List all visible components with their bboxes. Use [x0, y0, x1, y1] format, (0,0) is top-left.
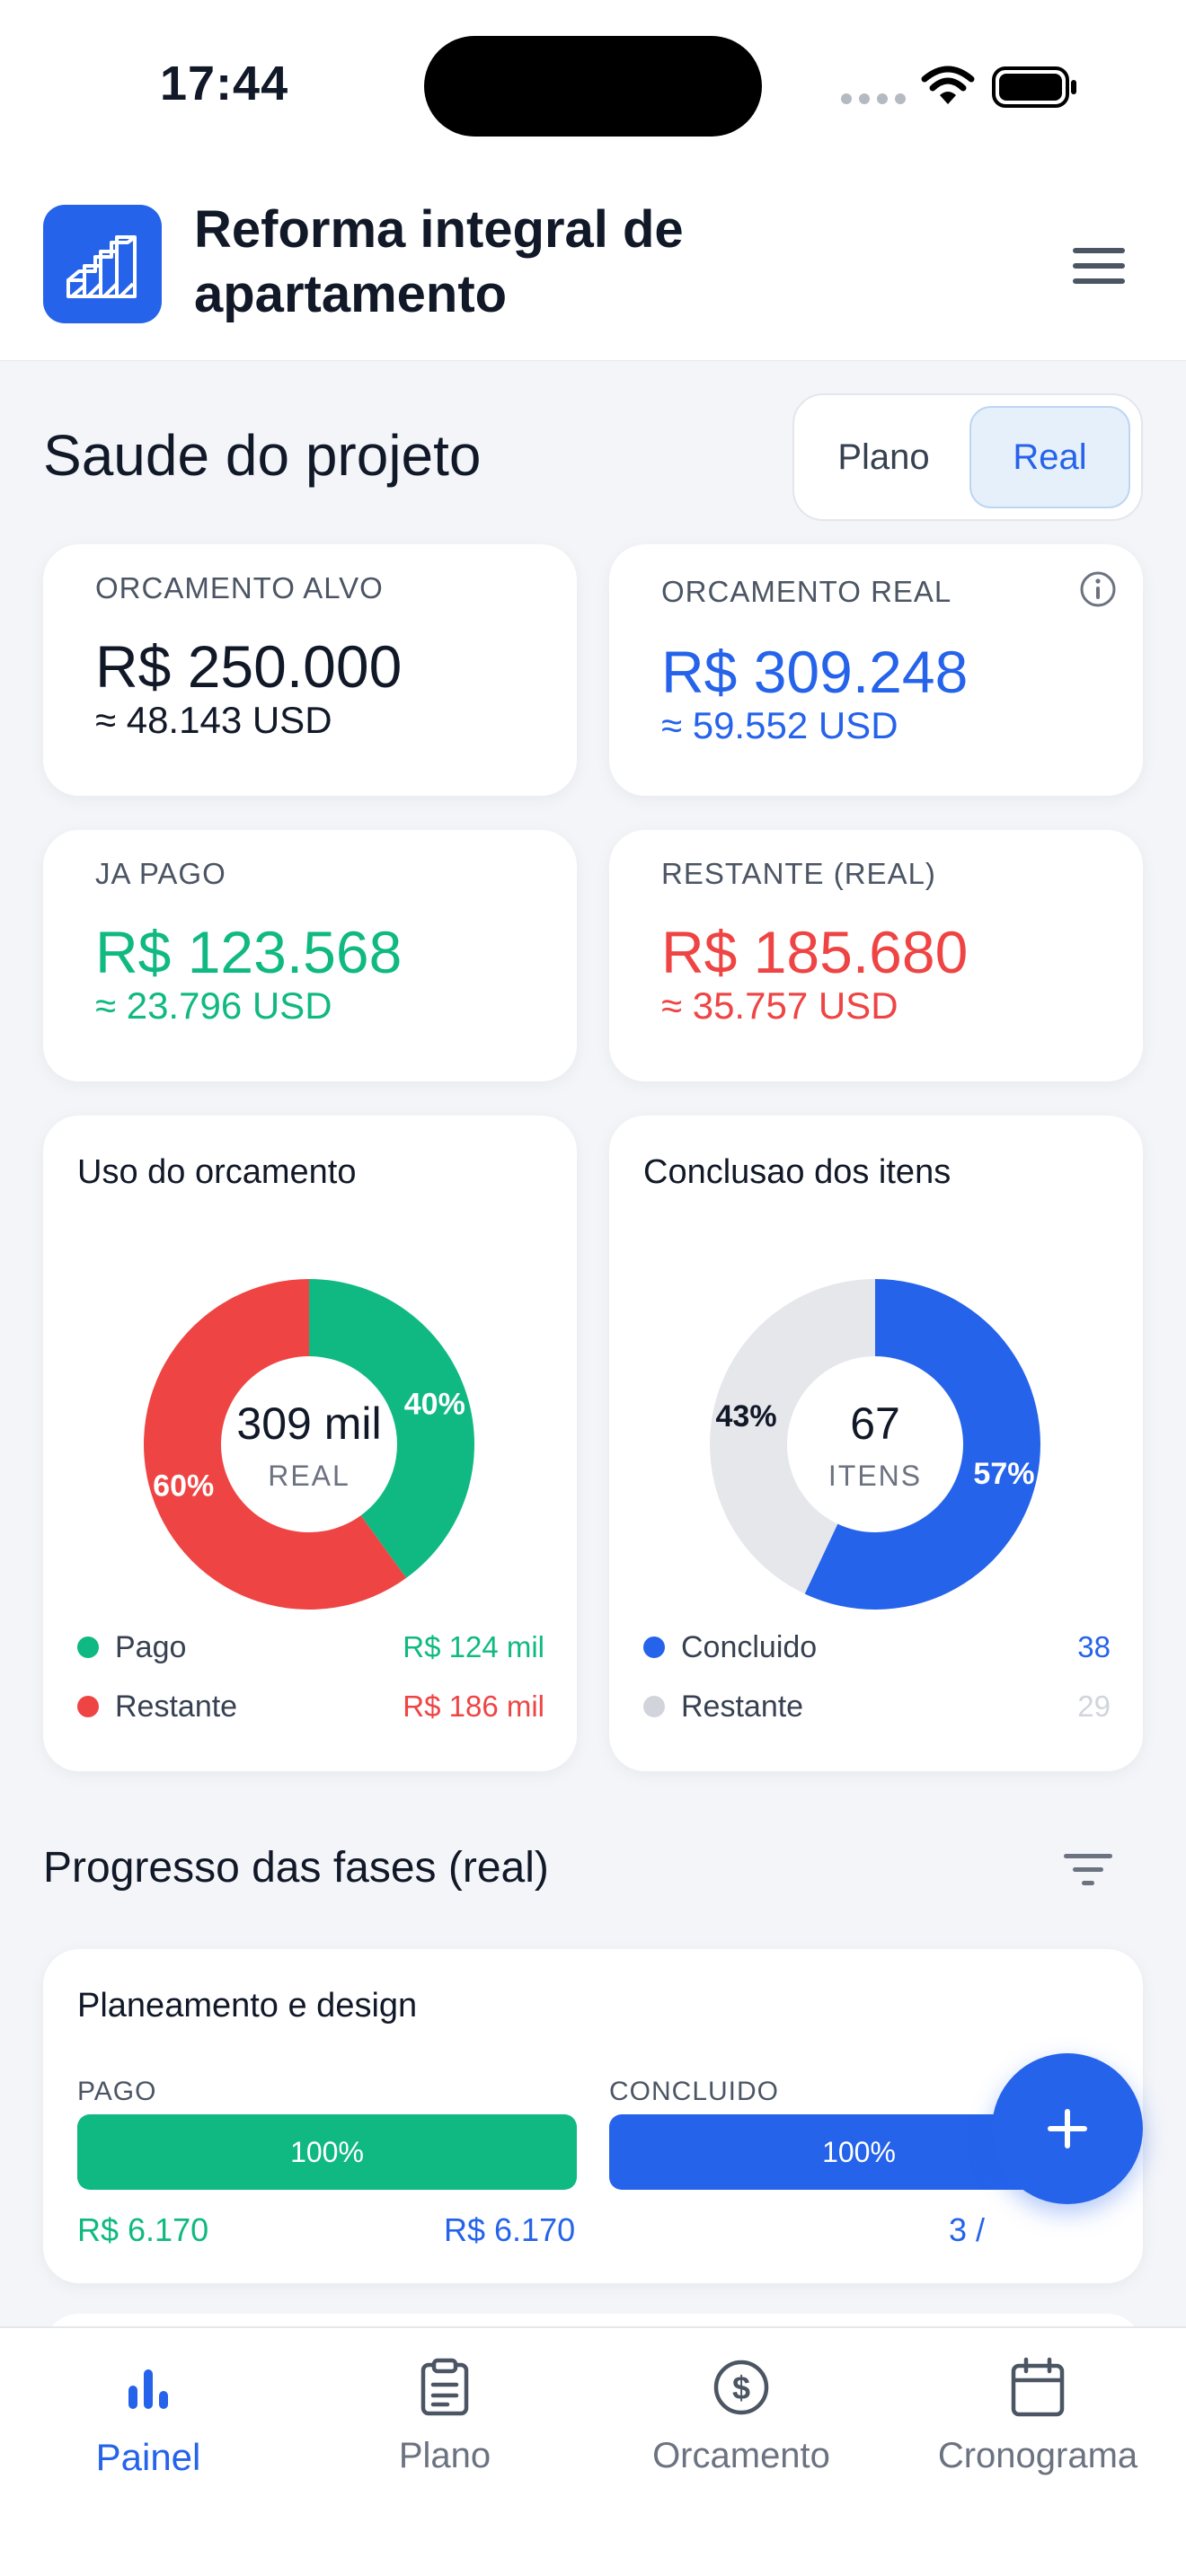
filter-icon[interactable]: [1060, 1848, 1116, 1892]
nav-item-painel[interactable]: Painel: [0, 2351, 296, 2504]
plus-icon: [1048, 2109, 1087, 2148]
kpi-usd: ≈ 23.796 USD: [95, 984, 332, 1027]
toggle-plan[interactable]: Plano: [805, 406, 962, 508]
paid-progress-bar: 100%: [77, 2114, 577, 2190]
status-time: 17:44: [160, 57, 289, 110]
bar-chart-icon: [128, 2369, 168, 2409]
legend-name: Pago: [115, 1629, 187, 1664]
chart-title: Uso do orcamento: [77, 1153, 357, 1191]
kpi-card-paid: JA PAGO R$ 123.568 ≈ 23.796 USD: [43, 830, 577, 1081]
menu-line: [1073, 278, 1125, 284]
nav-item-cronograma[interactable]: Cronograma: [890, 2351, 1186, 2504]
bottom-navigation: Painel Plano $ Orcamento Cronograma: [0, 2326, 1186, 2576]
hamburger-menu-button[interactable]: [1069, 241, 1128, 291]
project-title: Reforma integral de apartamento: [194, 200, 684, 323]
stairs-icon: [66, 235, 137, 298]
kpi-label: JA PAGO: [95, 857, 226, 890]
phase-card[interactable]: Planeamento e design PAGO 100% R$ 6.170 …: [43, 1949, 1143, 2283]
done-count: 3 /: [949, 2211, 986, 2248]
legend-value: R$ 124 mil: [403, 1630, 544, 1663]
nav-item-plano[interactable]: Plano: [296, 2351, 593, 2504]
plan-real-toggle: Plano Real: [792, 393, 1143, 521]
items-donut-chart: 57% 43% 67 ITENS: [710, 1279, 1040, 1610]
donut-center-value: 309 mil: [236, 1398, 381, 1449]
legend-name: Concluido: [681, 1629, 818, 1664]
legend-row-concluido: Concluido 38: [643, 1626, 1111, 1669]
svg-text:$: $: [732, 2369, 750, 2406]
clipboard-icon: [420, 2358, 469, 2416]
legend-value: R$ 186 mil: [403, 1689, 544, 1723]
legend-value: 29: [1077, 1689, 1111, 1723]
calendar-icon: [1011, 2357, 1065, 2417]
chart-title: Conclusao dos itens: [643, 1153, 951, 1191]
slice-label-pago: 40%: [404, 1388, 465, 1422]
paid-percent: 100%: [290, 2135, 364, 2168]
kpi-value: R$ 185.680: [661, 919, 969, 985]
kpi-value: R$ 123.568: [95, 919, 403, 985]
wifi-icon: [921, 66, 975, 104]
donut-center-label: ITENS: [828, 1460, 922, 1492]
menu-line: [1073, 248, 1125, 253]
app-screen: 17:44 Reforma integral de apartamento Sa…: [0, 0, 1186, 2576]
kpi-label: ORCAMENTO ALVO: [95, 571, 384, 604]
legend-row-restante: Restante R$ 186 mil: [77, 1685, 544, 1728]
total-amount: R$ 6.170: [444, 2211, 576, 2248]
kpi-card-remaining: RESTANTE (REAL) R$ 185.680 ≈ 35.757 USD: [609, 830, 1143, 1081]
paid-amount: R$ 6.170: [77, 2211, 209, 2248]
done-percent: 100%: [822, 2135, 896, 2168]
legend-value: 38: [1077, 1630, 1111, 1663]
legend-dot: [77, 1696, 99, 1717]
kpi-label: ORCAMENTO REAL: [661, 575, 952, 608]
legend-row-restante: Restante 29: [643, 1685, 1111, 1728]
slice-label-restante: 60%: [153, 1469, 214, 1503]
legend-dot: [643, 1636, 665, 1658]
slice-label-restante: 43%: [716, 1399, 777, 1434]
nav-label: Cronograma: [937, 2436, 1138, 2475]
nav-label: Plano: [398, 2436, 491, 2475]
items-completion-card: Conclusao dos itens 57% 43% 67 ITENS Con…: [609, 1116, 1143, 1771]
app-header: Reforma integral de apartamento: [0, 171, 1186, 361]
kpi-card-target: ORCAMENTO ALVO R$ 250.000 ≈ 48.143 USD: [43, 544, 577, 796]
kpi-value: R$ 309.248: [661, 639, 969, 705]
kpi-label: RESTANTE (REAL): [661, 857, 936, 890]
kpi-usd: ≈ 35.757 USD: [661, 984, 898, 1027]
donut-center-value: 67: [850, 1398, 900, 1449]
dynamic-island: [424, 36, 762, 137]
kpi-value: R$ 250.000: [95, 633, 403, 700]
kpi-usd: ≈ 48.143 USD: [95, 699, 332, 741]
cellular-signal-icon: [841, 93, 906, 104]
menu-line: [1073, 263, 1125, 269]
nav-label: Painel: [95, 2436, 201, 2478]
nav-label: Orcamento: [652, 2436, 830, 2475]
legend-name: Restante: [681, 1689, 804, 1724]
kpi-usd: ≈ 59.552 USD: [661, 704, 898, 746]
status-bar: 17:44: [0, 0, 1186, 171]
toggle-real[interactable]: Real: [969, 406, 1130, 508]
slice-label-concluido: 57%: [973, 1457, 1034, 1491]
kpi-card-real: ORCAMENTO REAL R$ 309.248 ≈ 59.552 USD: [609, 544, 1143, 796]
done-label: CONCLUIDO: [609, 2077, 780, 2106]
project-logo: [43, 205, 162, 323]
budget-usage-card: Uso do orcamento 40% 60% 309 mil REAL Pa…: [43, 1116, 577, 1771]
legend-dot: [643, 1696, 665, 1717]
legend-dot: [77, 1636, 99, 1658]
dollar-circle-icon: $: [713, 2360, 769, 2415]
phase-name: Planeamento e design: [77, 1987, 418, 2025]
legend-name: Restante: [115, 1689, 238, 1724]
paid-label: PAGO: [77, 2077, 157, 2106]
section-title-phases: Progresso das fases (real): [43, 1844, 549, 1892]
nav-item-orcamento[interactable]: $ Orcamento: [593, 2351, 890, 2504]
donut-center-label: REAL: [268, 1460, 350, 1492]
info-icon[interactable]: [1078, 569, 1118, 609]
section-title-health: Saude do projeto: [43, 423, 482, 488]
battery-icon: [992, 66, 1076, 108]
legend-row-pago: Pago R$ 124 mil: [77, 1626, 544, 1669]
add-button[interactable]: [992, 2053, 1143, 2204]
budget-donut-chart: 40% 60% 309 mil REAL: [143, 1279, 474, 1610]
